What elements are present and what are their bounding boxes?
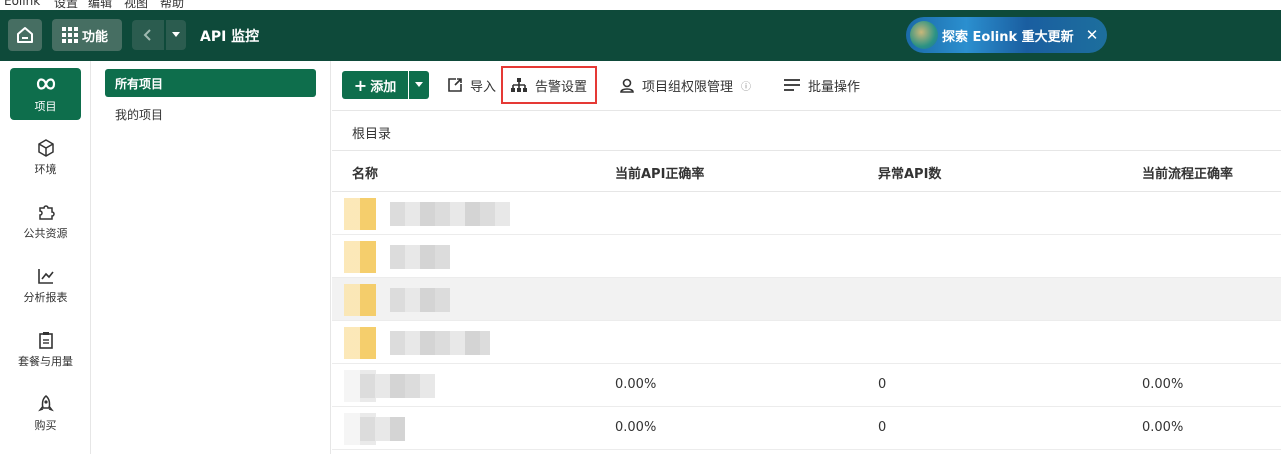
import-label: 导入: [470, 79, 497, 95]
project-name-redacted: [390, 288, 450, 312]
info-icon[interactable]: ⓘ: [741, 78, 751, 93]
table-row[interactable]: 0.00% 0 0.00%: [332, 364, 1281, 407]
add-button-label: 添加: [370, 79, 397, 95]
main-content: + 添加 导入 告警设置 项目组权限管理 ⓘ 批量操作 根目录 名称 当前API…: [332, 61, 1281, 454]
grid-icon: [62, 27, 78, 43]
batch-operation-button[interactable]: 批量操作: [784, 71, 860, 99]
os-menu-view[interactable]: 视图: [124, 0, 148, 10]
column-header-flow-rate[interactable]: 当前流程正确率: [1142, 163, 1233, 182]
banner-text: 探索 Eolink 重大更新: [942, 29, 1074, 45]
clipboard-icon: [38, 332, 53, 349]
alert-settings-label: 告警设置: [535, 79, 588, 95]
project-avatar: [344, 198, 376, 230]
project-avatar: [344, 327, 376, 359]
abnormal-api-cell: 0: [878, 420, 887, 435]
table-row[interactable]: [332, 321, 1281, 364]
tree-item-my-projects[interactable]: 我的项目: [105, 100, 316, 128]
project-name-redacted: [390, 202, 510, 226]
table-row[interactable]: 0.00% 0 0.00%: [332, 407, 1281, 450]
home-button[interactable]: [8, 19, 42, 51]
function-menu-button[interactable]: 功能: [52, 19, 122, 51]
os-menubar: Eolink 设置 编辑 视图 帮助: [0, 0, 1281, 10]
hierarchy-icon: [511, 78, 527, 92]
project-avatar: [344, 284, 376, 316]
table-row[interactable]: [332, 278, 1281, 321]
list-icon: [784, 79, 800, 91]
top-header: 功能 API 监控 探索 Eolink 重大更新 ✕: [0, 10, 1281, 61]
os-menu-app[interactable]: Eolink: [4, 0, 40, 8]
rail-item-purchase[interactable]: 购买: [10, 388, 81, 440]
add-button[interactable]: + 添加: [342, 71, 408, 99]
rail-item-analytics[interactable]: 分析报表: [10, 260, 81, 312]
chart-icon: [37, 269, 54, 284]
home-icon: [17, 27, 33, 43]
flow-rate-cell: 0.00%: [1142, 420, 1184, 435]
os-menu-settings[interactable]: 设置: [54, 0, 78, 10]
project-icon: [36, 78, 55, 90]
column-header-abnormal-api[interactable]: 异常API数: [878, 163, 941, 182]
import-icon: [448, 78, 462, 92]
project-name-redacted: [390, 245, 450, 269]
rail-item-label: 分析报表: [23, 291, 68, 304]
project-name-redacted: [390, 331, 490, 355]
os-menu-edit[interactable]: 编辑: [88, 0, 112, 10]
table-row[interactable]: [332, 192, 1281, 235]
add-dropdown-button[interactable]: [409, 71, 429, 99]
batch-label: 批量操作: [808, 79, 861, 95]
chevron-left-icon: [143, 29, 151, 41]
back-button[interactable]: [132, 20, 164, 50]
module-title: API 监控: [200, 29, 260, 45]
rail-item-public-resources[interactable]: 公共资源: [10, 196, 81, 248]
project-name-redacted: [360, 417, 405, 441]
puzzle-icon: [38, 205, 55, 220]
import-button[interactable]: 导入: [448, 71, 496, 99]
rail-item-label: 项目: [34, 100, 57, 113]
toolbar: + 添加 导入 告警设置 项目组权限管理 ⓘ 批量操作: [332, 61, 1281, 111]
history-dropdown-button[interactable]: [166, 20, 186, 50]
rail-item-label: 购买: [34, 419, 57, 432]
api-rate-cell: 0.00%: [615, 420, 657, 435]
update-banner[interactable]: 探索 Eolink 重大更新 ✕: [906, 17, 1107, 53]
caret-down-icon: [172, 32, 180, 37]
left-nav-rail: 项目 环境 公共资源 分析报表 套餐与用量 购买: [0, 61, 91, 454]
function-menu-label: 功能: [82, 29, 109, 45]
project-avatar: [344, 241, 376, 273]
project-name-redacted: [360, 374, 435, 398]
permission-label: 项目组权限管理: [642, 79, 734, 95]
breadcrumb[interactable]: 根目录: [352, 123, 391, 142]
tree-item-all-projects[interactable]: 所有项目: [105, 69, 316, 97]
close-icon[interactable]: ✕: [1086, 26, 1099, 44]
rail-item-project[interactable]: 项目: [10, 68, 81, 120]
os-menu-help[interactable]: 帮助: [160, 0, 184, 10]
user-icon: [620, 78, 634, 93]
flow-rate-cell: 0.00%: [1142, 377, 1184, 392]
table-row[interactable]: [332, 235, 1281, 278]
table-header: 名称 当前API正确率 异常API数 当前流程正确率: [332, 150, 1281, 192]
column-header-api-rate[interactable]: 当前API正确率: [615, 163, 704, 182]
rail-item-label: 公共资源: [23, 227, 68, 240]
column-header-name[interactable]: 名称: [352, 163, 378, 182]
api-rate-cell: 0.00%: [615, 377, 657, 392]
project-tree: 所有项目 我的项目: [91, 61, 331, 454]
caret-down-icon: [415, 82, 423, 87]
alert-settings-button[interactable]: 告警设置: [500, 66, 598, 104]
project-group-permission-button[interactable]: 项目组权限管理 ⓘ: [620, 71, 751, 99]
rocket-icon: [37, 395, 54, 412]
rail-item-plan-usage[interactable]: 套餐与用量: [10, 324, 81, 376]
rail-item-label: 套餐与用量: [18, 355, 73, 368]
plus-icon: +: [353, 75, 368, 95]
rail-item-label: 环境: [34, 163, 57, 176]
environment-icon: [37, 139, 54, 157]
abnormal-api-cell: 0: [878, 377, 887, 392]
rail-item-environment[interactable]: 环境: [10, 132, 81, 184]
